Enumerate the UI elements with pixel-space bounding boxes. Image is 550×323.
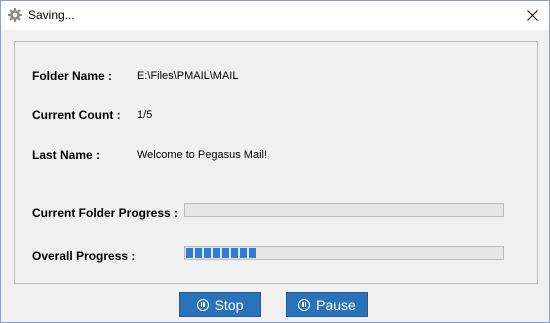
title-bar: Saving...: [1, 1, 549, 30]
current-folder-progress-label: Current Folder Progress :: [32, 206, 179, 220]
close-button[interactable]: [515, 1, 549, 30]
stop-button[interactable]: Stop: [179, 292, 261, 317]
pause-circle-icon: [196, 298, 209, 311]
gear-icon: [8, 8, 22, 22]
last-name-label: Last Name :: [32, 148, 101, 162]
overall-progress-bar: [184, 246, 504, 260]
overall-progress-fill: [186, 248, 256, 258]
folder-name-label: Folder Name :: [32, 69, 113, 83]
pause-button-label: Pause: [316, 296, 356, 313]
close-icon: [526, 10, 538, 21]
current-count-label: Current Count :: [32, 108, 121, 122]
pause-circle-icon: [298, 298, 311, 311]
current-folder-progress-bar: [184, 203, 504, 217]
saving-dialog: Saving... Folder Name : E:\Files\PMAIL\M…: [0, 0, 550, 323]
current-count-value: 1/5: [137, 109, 153, 121]
folder-name-value: E:\Files\PMAIL\MAIL: [137, 70, 239, 82]
window-title: Saving...: [28, 8, 75, 22]
last-name-value: Welcome to Pegasus Mail!: [137, 149, 268, 161]
stop-button-label: Stop: [214, 296, 244, 313]
overall-progress-label: Overall Progress :: [32, 249, 136, 263]
pause-button[interactable]: Pause: [286, 292, 368, 317]
